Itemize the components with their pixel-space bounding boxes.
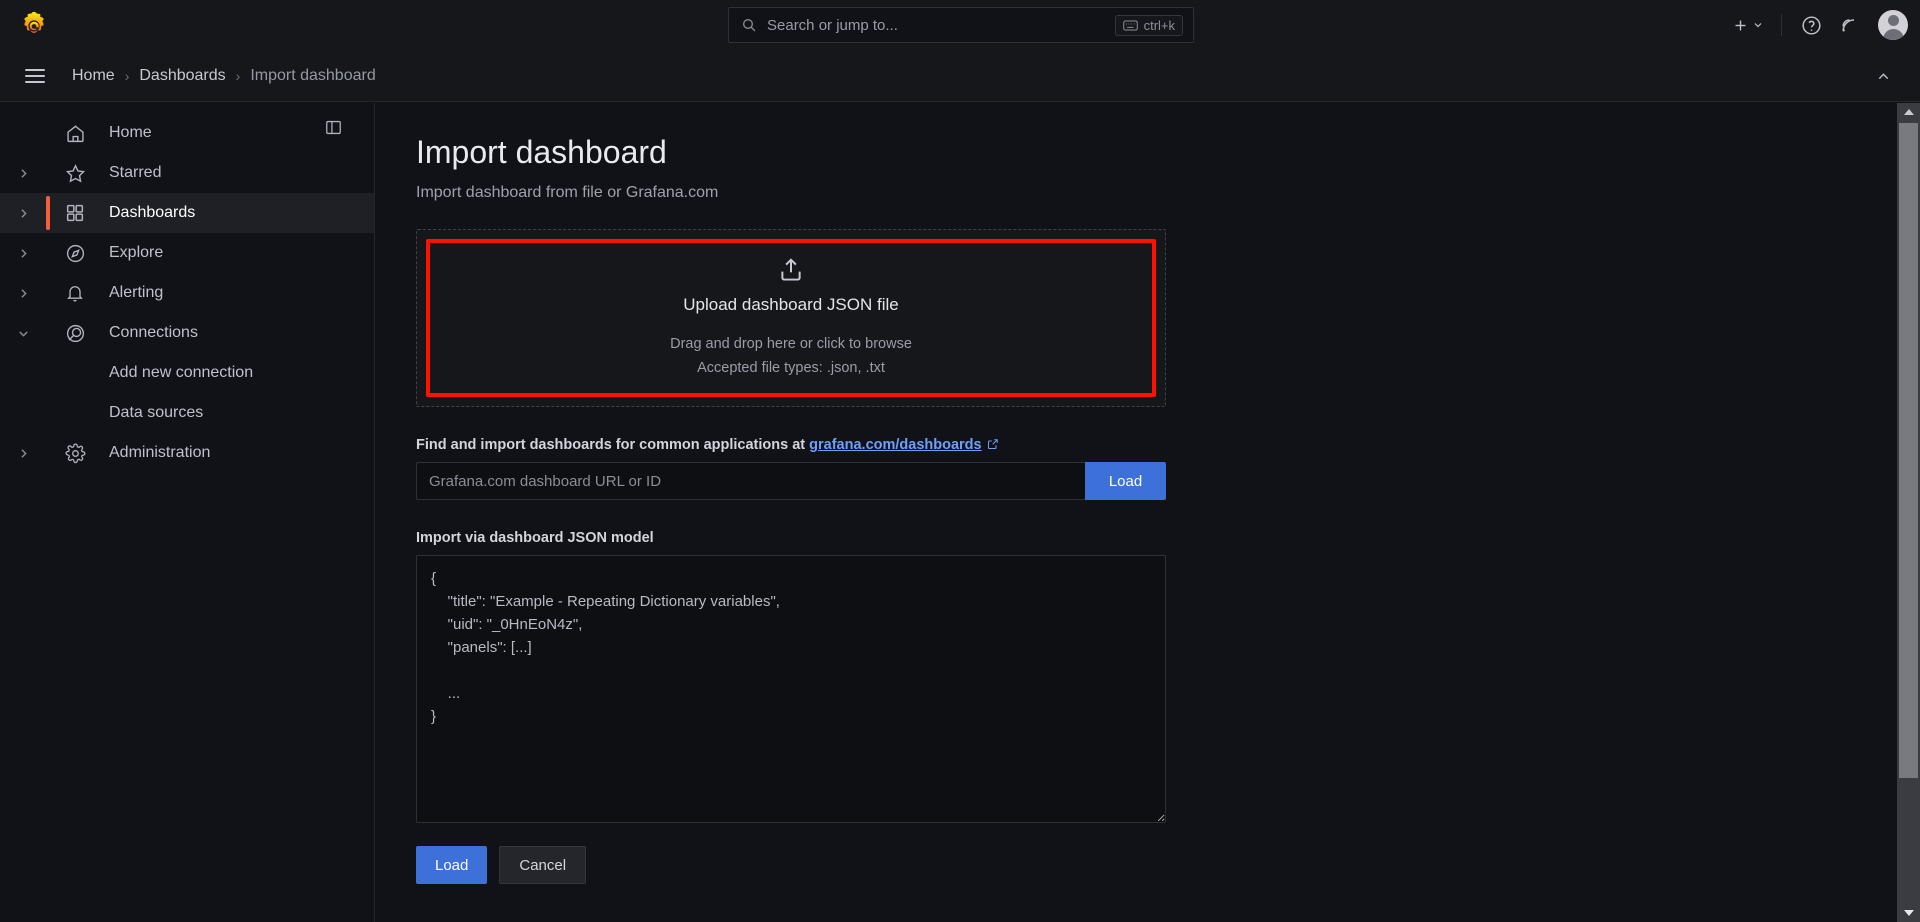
- keyboard-icon: [1122, 20, 1138, 30]
- scroll-up-arrow-icon: [1903, 109, 1914, 115]
- sidebar-item-label: Administration: [109, 444, 211, 461]
- navigation-sidebar: Home Starred Dashboards Explore Alerting…: [0, 103, 375, 922]
- sidebar-item-starred[interactable]: Starred: [0, 153, 374, 193]
- scrollbar-up-button[interactable]: [1897, 103, 1920, 121]
- breadcrumb-item-import-dashboard: Import dashboard: [250, 66, 376, 84]
- new-item-button[interactable]: [1727, 8, 1769, 42]
- sidebar-item-connections[interactable]: Connections: [0, 313, 374, 353]
- dropzone-hint: Drag and drop here or click to browse: [670, 336, 912, 353]
- expand-chevron-right-icon[interactable]: [0, 153, 46, 193]
- page-scrollbar[interactable]: [1897, 103, 1920, 922]
- expand-chevron-right-icon[interactable]: [0, 273, 46, 313]
- gcom-label-prefix: Find and import dashboards for common ap…: [416, 437, 810, 454]
- topbar-divider: [1781, 14, 1782, 36]
- breadcrumb-separator: ›: [235, 67, 241, 84]
- breadcrumb-bar: Home › Dashboards › Import dashboard: [0, 50, 1920, 102]
- gcom-section-label: Find and import dashboards for common ap…: [416, 437, 1516, 453]
- collapse-header-button[interactable]: [1870, 63, 1896, 89]
- sidebar-item-label: Add new connection: [109, 364, 254, 381]
- breadcrumb-item-dashboards[interactable]: Dashboards: [139, 67, 225, 85]
- import-dashboard-form: Import dashboard Import dashboard from f…: [376, 103, 1516, 922]
- scroll-down-arrow-icon: [1903, 910, 1914, 916]
- gcom-url-row: Load: [416, 462, 1166, 501]
- sidebar-item-label: Data sources: [109, 404, 204, 421]
- dashboards-grid-icon: [56, 193, 94, 233]
- upload-dropzone-outer: Upload dashboard JSON file Drag and drop…: [416, 229, 1166, 408]
- sidebar-item-label: Home: [109, 124, 152, 141]
- load-button[interactable]: Load: [416, 846, 488, 885]
- breadcrumb-item-home[interactable]: Home: [72, 67, 115, 85]
- bell-icon: [56, 273, 94, 313]
- search-placeholder: Search or jump to...: [767, 16, 898, 34]
- dock-panel-icon: [325, 120, 341, 134]
- dropzone-title: Upload dashboard JSON file: [683, 295, 899, 315]
- sidebar-item-add-new-connection[interactable]: Add new connection: [0, 353, 374, 393]
- main-content-area: Import dashboard Import dashboard from f…: [376, 103, 1897, 922]
- sidebar-item-administration[interactable]: Administration: [0, 433, 374, 473]
- chevron-down-icon: [1754, 23, 1762, 28]
- gcom-load-button[interactable]: Load: [1085, 462, 1166, 501]
- sidebar-item-home[interactable]: Home: [0, 113, 374, 153]
- page-title: Import dashboard: [416, 134, 667, 170]
- nav-chevron-spacer: [0, 113, 46, 153]
- upload-dropzone[interactable]: Upload dashboard JSON file Drag and drop…: [426, 239, 1156, 398]
- expand-chevron-right-icon[interactable]: [0, 233, 46, 273]
- upload-icon: [781, 258, 801, 281]
- menu-toggle-button[interactable]: [18, 59, 52, 93]
- news-button[interactable]: [1832, 8, 1866, 42]
- user-avatar[interactable]: [1878, 10, 1908, 40]
- hamburger-line: [25, 80, 45, 83]
- grafana-logo-link[interactable]: [0, 0, 68, 50]
- sidebar-item-label: Starred: [109, 164, 162, 181]
- sidebar-item-label: Dashboards: [109, 204, 196, 221]
- hamburger-line: [25, 68, 45, 71]
- form-actions: Load Cancel: [416, 846, 1516, 922]
- chevron-up-icon: [1878, 72, 1888, 79]
- dock-menu-button[interactable]: [320, 114, 346, 140]
- scrollbar-thumb[interactable]: [1899, 123, 1918, 778]
- external-link-icon: [987, 439, 998, 450]
- rss-news-icon: [1842, 19, 1855, 32]
- compass-icon: [56, 233, 94, 273]
- gcom-url-input[interactable]: [416, 462, 1085, 501]
- sidebar-item-data-sources[interactable]: Data sources: [0, 393, 374, 433]
- sidebar-item-label: Connections: [109, 324, 198, 341]
- breadcrumb: Home › Dashboards › Import dashboard: [72, 67, 376, 85]
- json-model-label: Import via dashboard JSON model: [416, 530, 654, 547]
- hamburger-line: [25, 74, 45, 77]
- global-search-box[interactable]: Search or jump to... ctrl+k: [728, 7, 1194, 43]
- search-shortcut-label: ctrl+k: [1143, 17, 1175, 33]
- expand-chevron-right-icon[interactable]: [0, 193, 46, 233]
- grafana-logo: [24, 11, 44, 33]
- scrollbar-down-button[interactable]: [1897, 904, 1920, 922]
- grafana-dashboards-link[interactable]: grafana.com/dashboards: [809, 437, 981, 453]
- search-shortcut-badge: ctrl+k: [1114, 14, 1183, 36]
- page-subtitle: Import dashboard from file or Grafana.co…: [416, 184, 719, 202]
- gear-icon: [56, 433, 94, 473]
- plus-icon: [1735, 20, 1746, 30]
- search-icon: [743, 19, 756, 32]
- sidebar-item-label: Alerting: [109, 284, 164, 301]
- star-icon: [56, 153, 94, 193]
- connections-icon: [56, 313, 94, 353]
- json-model-textarea[interactable]: [416, 555, 1166, 824]
- sidebar-item-dashboards[interactable]: Dashboards: [0, 193, 374, 233]
- top-navigation-bar: Search or jump to... ctrl+k: [0, 0, 1920, 50]
- cancel-button[interactable]: Cancel: [499, 846, 587, 885]
- collapse-chevron-down-icon[interactable]: [0, 313, 46, 353]
- help-circle-icon: [1801, 15, 1821, 35]
- expand-chevron-right-icon[interactable]: [0, 433, 46, 473]
- sidebar-item-alerting[interactable]: Alerting: [0, 273, 374, 313]
- dropzone-accepted-types: Accepted file types: .json, .txt: [697, 359, 885, 376]
- breadcrumb-separator: ›: [124, 67, 130, 84]
- topbar-actions: [1727, 0, 1908, 50]
- help-button[interactable]: [1794, 8, 1828, 42]
- home-icon: [56, 113, 94, 153]
- sidebar-item-explore[interactable]: Explore: [0, 233, 374, 273]
- sidebar-item-label: Explore: [109, 244, 164, 261]
